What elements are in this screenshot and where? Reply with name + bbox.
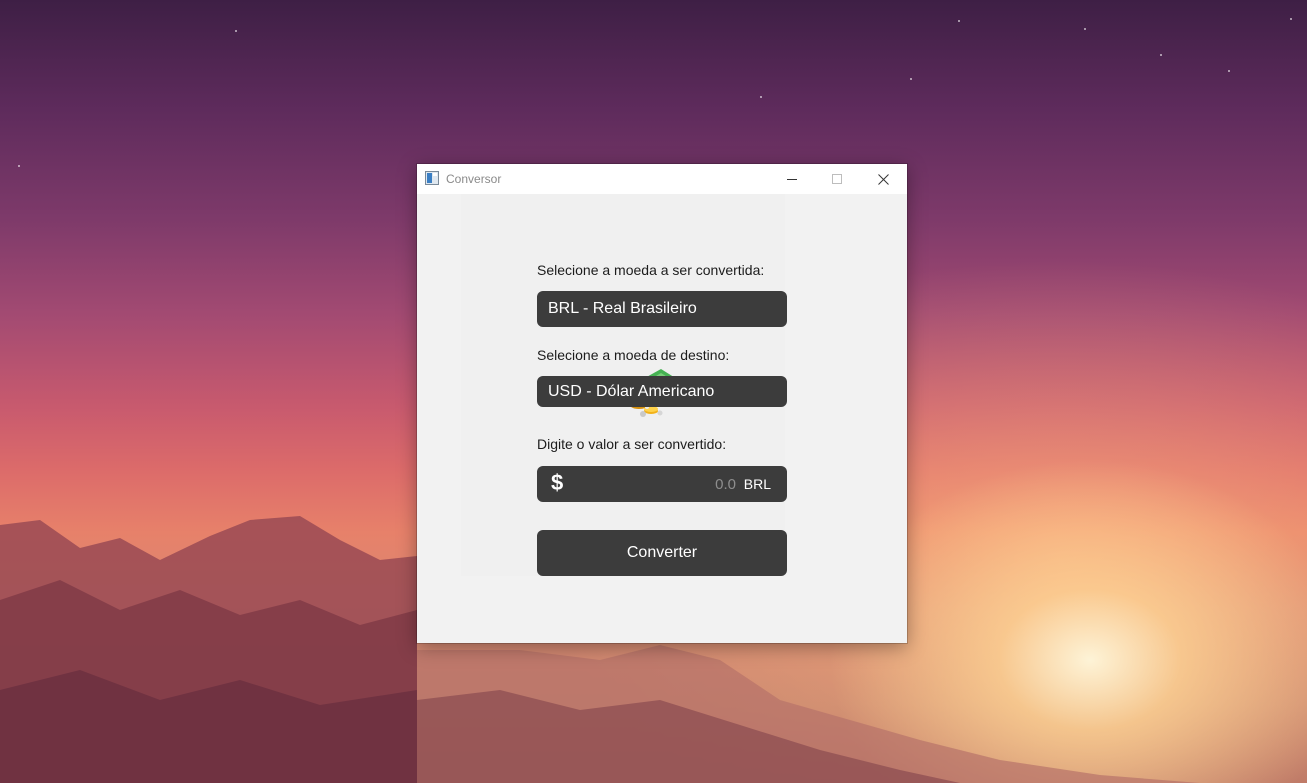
convert-button[interactable]: Converter [537,530,787,576]
amount-currency-code: BRL [743,476,771,492]
close-button[interactable] [861,164,906,194]
window-title: Conversor [446,172,502,186]
source-currency-select[interactable]: BRL - Real Brasileiro [537,291,787,327]
minimize-button[interactable] [770,164,815,194]
title-bar[interactable]: Conversor [417,164,907,194]
minimize-icon [787,178,797,180]
source-currency-label: Selecione a moeda a ser convertida: [537,262,765,278]
close-icon [878,173,889,185]
target-currency-select[interactable]: USD - Dólar Americano [537,376,787,407]
maximize-icon [832,173,842,184]
app-window-icon [425,171,439,185]
amount-input[interactable]: 0.0 [715,476,736,493]
dollar-sign-icon: $ [551,470,564,495]
amount-label: Digite o valor a ser convertido: [537,436,727,452]
amount-field[interactable]: $ 0.0 BRL [537,466,787,502]
source-currency-value: BRL - Real Brasileiro [548,300,697,317]
target-currency-label: Selecione a moeda de destino: [537,347,730,363]
target-currency-value: USD - Dólar Americano [548,383,715,400]
maximize-button[interactable] [815,164,860,194]
